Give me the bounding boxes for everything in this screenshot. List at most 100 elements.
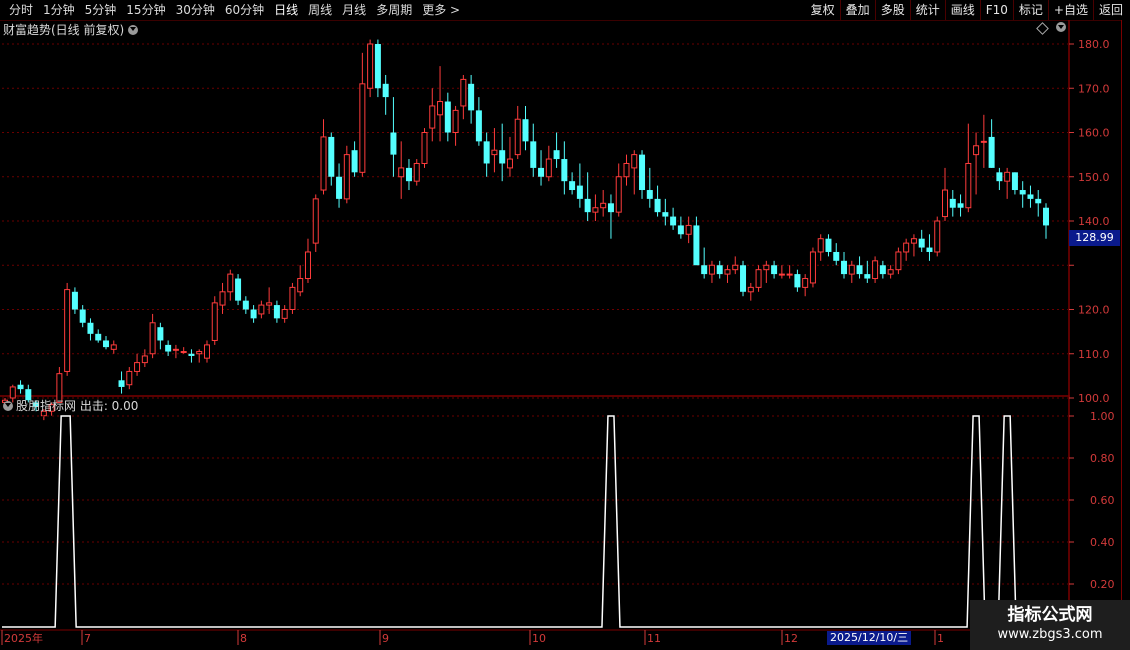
date-axis-label: 11: [647, 632, 661, 645]
indicator-axis-label: 0.60: [1090, 494, 1115, 507]
date-axis-label: 7: [84, 632, 91, 645]
candle-body: [110, 344, 117, 350]
candle-body: [398, 167, 405, 178]
candle-body: [312, 198, 319, 244]
right-edge-panel[interactable]: [1121, 20, 1130, 650]
candle-body: [95, 333, 102, 341]
candle-body: [421, 132, 428, 164]
candle-body: [336, 176, 343, 199]
candle-body: [227, 273, 234, 293]
candle-body: [973, 145, 980, 156]
candle-body: [1035, 198, 1042, 204]
candle-body: [382, 83, 389, 98]
candle-body: [576, 185, 583, 199]
candle-body: [266, 302, 273, 306]
candle-body: [390, 132, 397, 155]
candle-body: [615, 176, 622, 213]
main-panel-title-text: 财富趋势(日线 前复权): [3, 23, 125, 37]
price-axis-label: 100.0: [1078, 392, 1110, 405]
candle-body: [9, 386, 16, 399]
candle-body: [887, 269, 894, 275]
date-axis-label: 12: [784, 632, 798, 645]
candle-body: [771, 265, 778, 275]
candle-body: [918, 238, 925, 248]
price-axis-label: 160.0: [1078, 127, 1110, 140]
indicator-axis-label: 0.80: [1090, 452, 1115, 465]
date-axis-label: 10: [532, 632, 546, 645]
chart-canvas[interactable]: 180.0 170.0 160.0 150.0 140.0 120.0 110.0 100.0…: [0, 0, 1130, 650]
candle-body: [848, 264, 855, 275]
candle-body: [802, 278, 809, 288]
main-panel-title[interactable]: 财富趋势(日线 前复权): [3, 22, 139, 38]
candle-body: [219, 291, 226, 306]
candle-body: [452, 109, 459, 133]
candle-body: [1011, 172, 1018, 191]
candle-body: [460, 78, 467, 107]
candle-body: [413, 162, 420, 182]
candle-body: [786, 273, 793, 276]
candle-body: [538, 167, 545, 177]
candle-body: [740, 265, 747, 292]
candle-body: [903, 242, 910, 253]
candle-body: [794, 274, 801, 288]
candle-body: [623, 162, 630, 178]
candle-body: [320, 136, 327, 191]
settings-dropdown-icon[interactable]: [1056, 22, 1066, 32]
candle-body: [732, 264, 739, 271]
candle-body: [203, 344, 210, 359]
candle-body: [701, 265, 708, 275]
candle-body: [670, 216, 677, 226]
signal-line: [2, 415, 1068, 628]
candle-body: [942, 189, 949, 218]
date-axis-label: 1: [937, 632, 944, 645]
candle-body: [64, 289, 71, 372]
candle-body: [242, 300, 249, 310]
candle-body: [506, 158, 513, 169]
candle-body: [639, 154, 646, 191]
candle-body: [149, 322, 156, 355]
chevron-down-icon[interactable]: [3, 401, 13, 411]
candle-body: [569, 181, 576, 191]
watermark-url: www.zbgs3.com: [997, 627, 1103, 642]
candle-body: [693, 225, 700, 266]
candle-body: [833, 251, 840, 261]
candle-body: [879, 265, 886, 275]
candle-body: [87, 322, 94, 334]
price-axis-label: 110.0: [1078, 348, 1110, 361]
candle-body: [755, 269, 762, 288]
candle-body: [926, 247, 933, 252]
candle-body: [444, 101, 451, 133]
candle-body: [141, 355, 148, 364]
candle-body: [102, 340, 109, 348]
candle-body: [289, 286, 296, 310]
candle-body: [118, 380, 125, 387]
candle-body: [662, 212, 669, 217]
candle-body: [607, 203, 614, 213]
candle-body: [895, 251, 902, 271]
candle-body: [654, 198, 661, 213]
indicator-panel-title[interactable]: 股朋指标网 出击: 0.00: [3, 398, 138, 414]
cursor-date-badge: 2025/12/10/三: [827, 631, 912, 645]
candle-body: [367, 43, 374, 89]
candle-body: [468, 83, 475, 111]
candle-body: [530, 141, 537, 168]
candle-body: [646, 190, 653, 199]
candle-body: [708, 264, 715, 275]
candle-body: [817, 238, 824, 253]
candle-body: [716, 265, 723, 275]
date-axis-label: 2025年: [4, 632, 43, 645]
candle-body: [1027, 194, 1034, 199]
candle-body: [134, 362, 141, 372]
price-axis-label: 180.0: [1078, 38, 1110, 51]
candle-body: [180, 351, 187, 354]
candle-body: [988, 136, 995, 168]
indicator-axis-label: 0.40: [1090, 536, 1115, 549]
candle-body: [522, 119, 529, 142]
candle-body: [79, 309, 86, 323]
chevron-down-icon[interactable]: [128, 25, 139, 35]
candle-body: [949, 198, 956, 208]
candle-body: [910, 238, 917, 244]
candle-body: [724, 269, 731, 275]
indicator-axis-label: 1.00: [1090, 410, 1115, 423]
date-axis-label: 9: [382, 632, 389, 645]
